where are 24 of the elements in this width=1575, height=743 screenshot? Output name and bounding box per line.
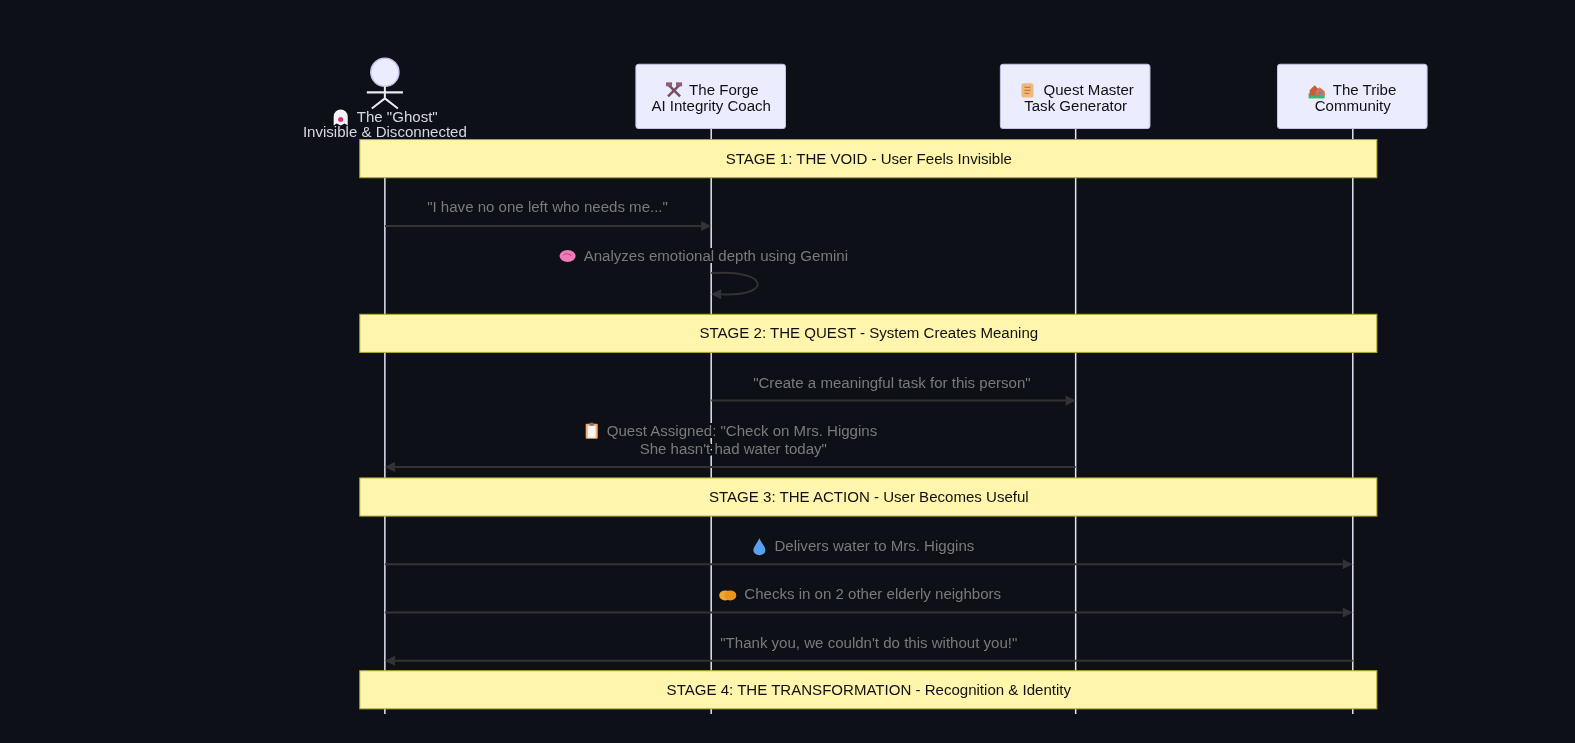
scroll-icon (1021, 83, 1034, 98)
message-text: "Thank you, we couldn't do this without you!" (720, 633, 1018, 651)
participant-label: The Tribe (1332, 81, 1397, 99)
clipboard-icon (585, 422, 598, 439)
message-text: Checks in on 2 other elderly neighbors (744, 585, 1002, 603)
droplet-icon (753, 538, 766, 556)
message-text: She hasn't had water today" (639, 439, 827, 457)
note-text: STAGE 2: THE QUEST - System Creates Meaning (699, 324, 1039, 342)
message-text: "Create a meaningful task for this person" (753, 373, 1031, 391)
houses-icon (1308, 85, 1325, 99)
participant-label: Task Generator (1024, 97, 1128, 115)
message-text: Delivers water to Mrs. Higgins (774, 537, 975, 555)
actor-figure (365, 57, 404, 110)
participant-label: The Forge (689, 81, 759, 99)
crossed-tools-icon (666, 82, 683, 98)
message-text: "I have no one left who needs me..." (427, 197, 668, 215)
participant-label: Quest Master (1043, 81, 1134, 99)
ghost-icon (333, 109, 348, 126)
note-text: STAGE 1: THE VOID - User Feels Invisible (725, 149, 1012, 167)
note-text: STAGE 4: THE TRANSFORMATION - Recognition & Identity (666, 680, 1072, 698)
participant-label: Community (1314, 97, 1391, 115)
participant-label: AI Integrity Coach (651, 97, 771, 115)
self-loop-arrow (711, 271, 759, 300)
note-text: STAGE 3: THE ACTION - User Becomes Useful (709, 488, 1029, 506)
